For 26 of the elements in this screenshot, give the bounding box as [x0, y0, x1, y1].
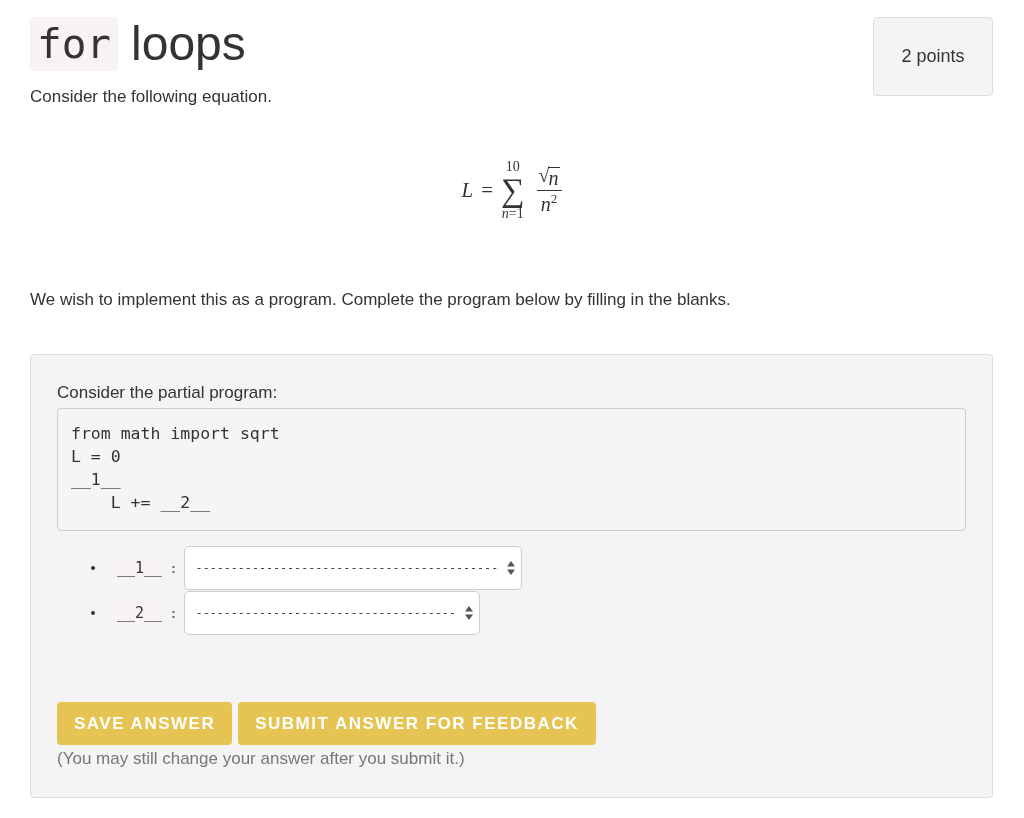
label-colon: :: [169, 605, 178, 621]
equation-variable: L: [461, 178, 474, 202]
intro-text: Consider the following equation.: [30, 87, 272, 107]
blank-label: __1__: [114, 557, 166, 579]
answer-dropdown[interactable]: -------------------------------------: [183, 591, 480, 635]
bullet-icon: [91, 566, 95, 570]
code-line: L = 0: [71, 446, 121, 468]
answer-dropdown[interactable]: -------------------------------------------: [183, 546, 523, 590]
equals-sign: =: [481, 178, 493, 202]
denominator: n$^{2}$: [540, 190, 558, 217]
bullet-icon: [91, 611, 95, 615]
sum-sign: ∑: [501, 174, 525, 206]
up-down-arrows-icon: [507, 561, 516, 575]
points-badge: 2 points: [873, 17, 993, 96]
note-text: (You may still change your answer after you submit it.): [57, 749, 466, 769]
title-code-keyword: for: [30, 17, 119, 71]
instructions-text: We wish to implement this as a program. Complete the program below by filling in the blanks.: [30, 290, 732, 310]
sum-upper-limit: 10: [505, 159, 520, 174]
code-line: from math import sqrt: [71, 423, 280, 445]
code-line: L += __2__: [109, 492, 211, 514]
label-colon: :: [169, 560, 178, 576]
prompt-text: Consider the partial program:: [57, 383, 279, 403]
page-title: loops: [131, 17, 246, 71]
blank-label: __2__: [114, 602, 166, 624]
up-down-arrows-icon: [464, 606, 473, 620]
code-line: __1__: [71, 469, 121, 491]
